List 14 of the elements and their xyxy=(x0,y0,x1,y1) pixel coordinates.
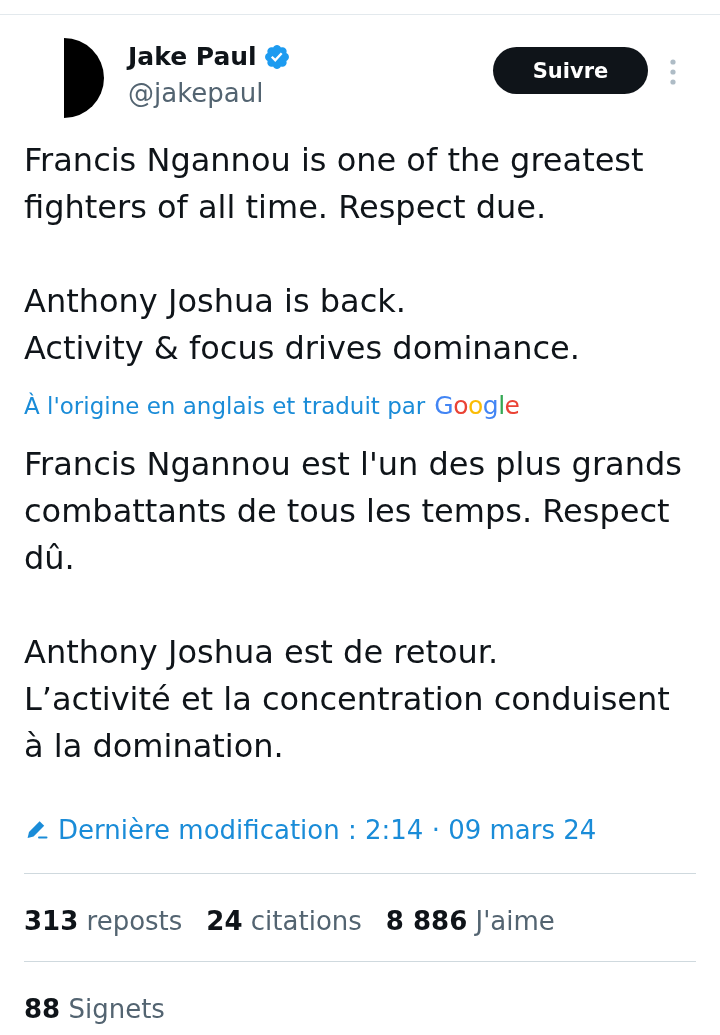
stat-link[interactable]: 313 reposts xyxy=(24,904,183,938)
stat-link[interactable]: 24 citations xyxy=(206,904,362,938)
translated-text: Francis Ngannou est l'un des plus grands combattants de tous les temps. Respect dû. Anthony Joshua est de retour. L’activité et la concentration conduisent à la domination. xyxy=(23,444,683,767)
follow-button[interactable]: Suivre xyxy=(493,47,648,94)
edit-history-link[interactable]: Dernière modification : 2:14 · 09 mars 24 xyxy=(58,813,597,847)
author-name[interactable]: Jake Paul xyxy=(128,42,257,72)
stat-link[interactable]: 8 886 J'aime xyxy=(385,904,555,938)
tweet-text: Francis Ngannou is one of the greatest fighters of all time. Respect due. Anthony Joshua is back. Activity & focus drives dominance. xyxy=(23,140,645,369)
avatar-placeholder[interactable] xyxy=(64,38,104,118)
google-logo: Google xyxy=(434,391,520,421)
pencil-icon xyxy=(26,820,48,840)
translation-note: À l'origine en anglais et traduit par xyxy=(24,391,426,421)
bookmarks-link[interactable]: 88 Signets xyxy=(24,992,165,1026)
author-handle[interactable]: @jakepaul xyxy=(128,75,264,111)
